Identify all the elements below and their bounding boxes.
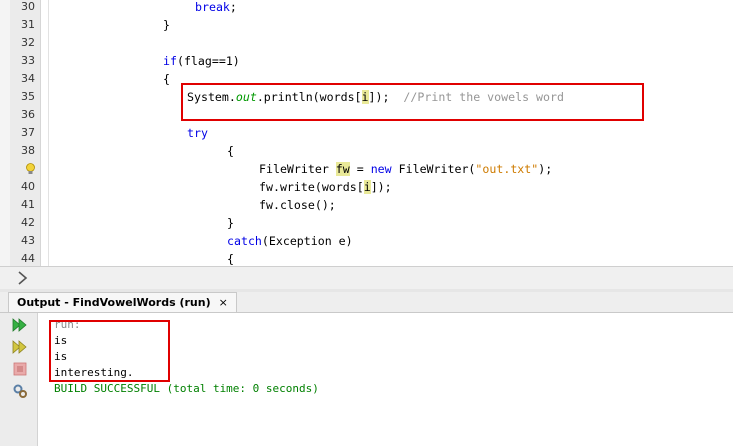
tab-close-icon[interactable]: × bbox=[219, 296, 228, 309]
line-number[interactable]: 43 bbox=[10, 232, 35, 250]
play-double-icon bbox=[12, 318, 27, 332]
code-token: ); bbox=[538, 162, 553, 176]
code-text[interactable]: { bbox=[163, 70, 170, 88]
chevron-right-icon[interactable] bbox=[16, 270, 30, 286]
lightbulb-warning-icon[interactable] bbox=[25, 163, 36, 175]
line-number[interactable]: 35 bbox=[10, 88, 35, 106]
code-token: } bbox=[227, 216, 234, 230]
code-token: fw.close(); bbox=[259, 198, 336, 212]
code-line: 40 fw.write(words[i]); bbox=[0, 178, 733, 196]
code-line: FileWriter fw = new FileWriter("out.txt"… bbox=[0, 160, 733, 178]
code-token: { bbox=[227, 252, 234, 266]
code-token: (Exception e) bbox=[261, 234, 353, 248]
keyword-token: break bbox=[195, 0, 230, 14]
output-highlight-box bbox=[49, 320, 170, 382]
line-number[interactable]: 36 bbox=[10, 106, 35, 124]
line-number[interactable]: 34 bbox=[10, 70, 35, 88]
code-text[interactable]: { bbox=[227, 142, 234, 160]
code-line: 30 break; bbox=[0, 0, 733, 16]
keyword-token: if bbox=[163, 54, 177, 68]
code-text[interactable]: } bbox=[227, 214, 234, 232]
tab-output-label: Output - FindVowelWords (run) bbox=[17, 296, 211, 309]
code-line: 43 catch(Exception e) bbox=[0, 232, 733, 250]
output-tab-bar: Output - FindVowelWords (run) × bbox=[0, 292, 733, 313]
code-token: fw.write(words[ bbox=[259, 180, 364, 194]
output-toolbar bbox=[0, 313, 38, 446]
code-editor[interactable]: 30 break; 31} 32 33 if(flag==1) 34{35 System.ou… bbox=[0, 0, 733, 266]
rerun-button[interactable] bbox=[11, 317, 29, 333]
code-text[interactable]: if(flag==1) bbox=[163, 52, 240, 70]
keyword-token: catch bbox=[227, 234, 262, 248]
line-number[interactable]: 40 bbox=[10, 178, 35, 196]
settings-button[interactable] bbox=[11, 383, 29, 399]
code-token: { bbox=[163, 72, 170, 86]
line-number[interactable]: 30 bbox=[10, 0, 35, 16]
code-line: 41 fw.close(); bbox=[0, 196, 733, 214]
code-line: 32 bbox=[0, 34, 733, 52]
code-text[interactable]: catch(Exception e) bbox=[227, 232, 353, 250]
code-line: 33 if(flag==1) bbox=[0, 52, 733, 70]
code-token: { bbox=[227, 144, 234, 158]
play-double-options-icon bbox=[12, 340, 27, 354]
annotation-highlight-box bbox=[181, 83, 644, 121]
code-line: 31} bbox=[0, 16, 733, 34]
highlighted-token: fw bbox=[335, 162, 350, 176]
code-token: ; bbox=[229, 0, 237, 14]
rerun-with-options-button[interactable] bbox=[11, 339, 29, 355]
line-number[interactable]: 31 bbox=[10, 16, 35, 34]
keyword-token: new bbox=[370, 162, 392, 176]
editor-horizontal-scrollbar[interactable] bbox=[0, 266, 733, 290]
line-number[interactable]: 38 bbox=[10, 142, 35, 160]
code-token: } bbox=[163, 18, 170, 32]
line-number[interactable]: 41 bbox=[10, 196, 35, 214]
stop-button[interactable] bbox=[11, 361, 29, 377]
string-token: "out.txt" bbox=[475, 162, 539, 176]
code-text[interactable]: try bbox=[187, 124, 208, 142]
keyword-token: try bbox=[187, 126, 208, 140]
code-token: ]); bbox=[370, 180, 392, 194]
line-number[interactable]: 37 bbox=[10, 124, 35, 142]
line-number[interactable]: 32 bbox=[10, 34, 35, 52]
stop-icon bbox=[13, 362, 27, 376]
output-panel: run: is is interesting. BUILD SUCCESSFUL (to… bbox=[0, 313, 733, 446]
line-number[interactable]: 42 bbox=[10, 214, 35, 232]
code-text[interactable]: FileWriter fw = new FileWriter("out.txt"… bbox=[259, 160, 552, 178]
highlighted-token: i bbox=[363, 180, 371, 194]
code-line: 37 try bbox=[0, 124, 733, 142]
code-line: 42} bbox=[0, 214, 733, 232]
output-line: BUILD SUCCESSFUL (total time: 0 seconds) bbox=[54, 382, 319, 395]
code-text[interactable]: break; bbox=[195, 0, 237, 16]
code-token: FileWriter bbox=[259, 162, 336, 176]
code-text[interactable]: } bbox=[163, 16, 170, 34]
code-line: 38 { bbox=[0, 142, 733, 160]
code-token: (flag==1) bbox=[176, 54, 240, 68]
code-text[interactable]: fw.write(words[i]); bbox=[259, 178, 392, 196]
code-text[interactable]: fw.close(); bbox=[259, 196, 336, 214]
code-token: = bbox=[349, 162, 371, 176]
line-number[interactable]: 33 bbox=[10, 52, 35, 70]
settings-icon bbox=[13, 384, 27, 398]
code-token: FileWriter( bbox=[391, 162, 476, 176]
tab-output[interactable]: Output - FindVowelWords (run) × bbox=[8, 292, 237, 312]
